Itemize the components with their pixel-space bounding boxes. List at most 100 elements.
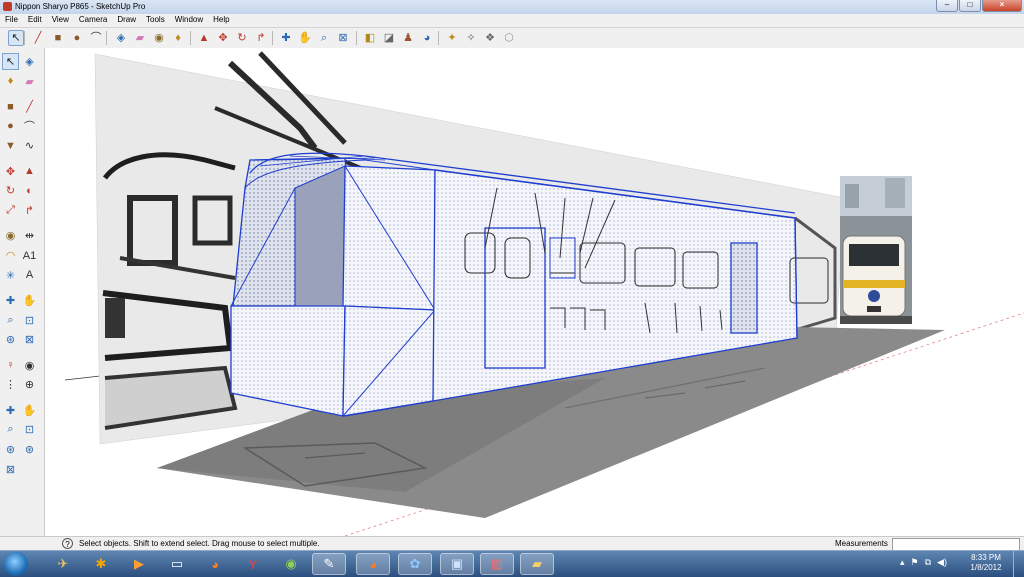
minimize-button[interactable]: – bbox=[936, 0, 958, 12]
help-icon[interactable]: ? bbox=[62, 538, 73, 549]
eraser-icon[interactable]: ▰ bbox=[132, 30, 148, 46]
palette-taskbar-icon[interactable]: ✿ bbox=[398, 553, 432, 575]
explorer-taskbar-icon[interactable]: ✈ bbox=[46, 553, 80, 575]
zoom-window-icon[interactable]: ⊡ bbox=[21, 421, 38, 438]
walk-icon[interactable]: ♟ bbox=[400, 30, 416, 46]
pan-icon[interactable]: ✋ bbox=[21, 292, 38, 309]
look-around-icon[interactable]: ◉ bbox=[21, 357, 38, 374]
line-icon[interactable]: ╱ bbox=[21, 98, 38, 115]
circle-icon[interactable]: ● bbox=[2, 118, 19, 135]
position-camera-icon[interactable]: ◪ bbox=[381, 30, 397, 46]
menu-tools[interactable]: Tools bbox=[141, 14, 170, 27]
network-icon[interactable]: ⧉ bbox=[925, 557, 931, 568]
rotate-icon[interactable]: ↻ bbox=[2, 182, 19, 199]
menu-window[interactable]: Window bbox=[170, 14, 208, 27]
freehand-icon[interactable]: ∿ bbox=[21, 137, 38, 154]
3d-text-icon[interactable]: A bbox=[21, 267, 38, 284]
push-pull-icon[interactable]: ▲ bbox=[21, 163, 38, 180]
look-around-icon[interactable]: ◕ bbox=[419, 30, 435, 46]
push-pull-icon[interactable]: ▲ bbox=[196, 30, 212, 46]
menu-view[interactable]: View bbox=[47, 14, 74, 27]
tape-measure-icon[interactable]: ◉ bbox=[151, 30, 167, 46]
sketchup-taskbar-icon[interactable]: ✎ bbox=[312, 553, 346, 575]
offset-icon[interactable]: ↱ bbox=[21, 202, 38, 219]
walk-icon[interactable]: ⋮ bbox=[2, 376, 19, 393]
move-icon[interactable]: ✥ bbox=[215, 30, 231, 46]
firefox-taskbar-icon[interactable]: ◕ bbox=[198, 553, 232, 575]
move-icon[interactable]: ✥ bbox=[2, 163, 19, 180]
line-icon[interactable]: ╱ bbox=[30, 30, 46, 46]
zoom-icon[interactable]: ⌕ bbox=[2, 421, 19, 438]
select-icon[interactable]: ↖ bbox=[2, 53, 19, 70]
chart-taskbar-icon[interactable]: ▥ bbox=[480, 553, 514, 575]
main-toolbar: ↖ ╱ ■ ● ⌒ ◈ ▰ ◉ ♦ ▲ ✥ ↻ ↱ ✚ ✋ ⌕ ⊠ ◧ ◪ ♟ ◕ ✦ ✧ ❖ ⬡ bbox=[0, 28, 1024, 49]
scale-icon[interactable]: ⤢ bbox=[2, 202, 19, 219]
show-hidden-icons-icon[interactable]: ▴ bbox=[900, 557, 905, 568]
bluetooth-taskbar-icon[interactable]: ✱ bbox=[84, 553, 118, 575]
previous-view-icon[interactable]: ⊛ bbox=[2, 331, 19, 348]
rectangle-icon[interactable]: ■ bbox=[2, 98, 19, 115]
circle-icon[interactable]: ● bbox=[69, 30, 85, 46]
rectangle-icon[interactable]: ■ bbox=[50, 30, 66, 46]
next-view-icon[interactable]: ⊛ bbox=[21, 441, 38, 458]
model-viewport[interactable] bbox=[45, 48, 1024, 536]
menu-draw[interactable]: Draw bbox=[112, 14, 141, 27]
zoom-window-icon[interactable]: ⊡ bbox=[21, 312, 38, 329]
paint-bucket-icon[interactable]: ♦ bbox=[2, 73, 19, 90]
volume-icon[interactable]: ◀) bbox=[937, 557, 947, 568]
select-icon[interactable]: ↖ bbox=[8, 30, 24, 46]
start-button[interactable] bbox=[4, 552, 28, 576]
tram-photo bbox=[840, 176, 912, 324]
zoom-extents-icon[interactable]: ⊠ bbox=[21, 331, 38, 348]
section-plane-icon[interactable]: ⊕ bbox=[21, 376, 38, 393]
offset-icon[interactable]: ↱ bbox=[253, 30, 269, 46]
make-component-icon[interactable]: ◈ bbox=[21, 53, 38, 70]
menu-help[interactable]: Help bbox=[208, 14, 234, 27]
maximize-button[interactable]: □ bbox=[959, 0, 981, 12]
tape-measure-icon[interactable]: ◉ bbox=[2, 227, 19, 244]
zoom-icon[interactable]: ⌕ bbox=[2, 312, 19, 329]
arc-icon[interactable]: ⌒ bbox=[21, 118, 38, 135]
orbit-icon[interactable]: ✚ bbox=[278, 30, 294, 46]
black-axis-line bbox=[64, 375, 101, 381]
polygon-icon[interactable]: ▼ bbox=[2, 137, 19, 154]
clock[interactable]: 8:33 PM 1/8/2012 bbox=[966, 553, 1006, 573]
pan-icon[interactable]: ✋ bbox=[297, 30, 313, 46]
text-icon[interactable]: A1 bbox=[21, 247, 38, 264]
notepad-taskbar-icon[interactable]: ▭ bbox=[160, 553, 194, 575]
folder-taskbar-icon[interactable]: ▰ bbox=[520, 553, 554, 575]
menu-file[interactable]: File bbox=[0, 14, 23, 27]
eraser-icon[interactable]: ▰ bbox=[21, 73, 38, 90]
spotify-taskbar-icon[interactable]: ◉ bbox=[274, 553, 308, 575]
menu-camera[interactable]: Camera bbox=[74, 14, 112, 27]
firefox-window-taskbar-icon[interactable]: ◕ bbox=[356, 553, 390, 575]
rotate-icon[interactable]: ↻ bbox=[234, 30, 250, 46]
pan-icon[interactable]: ✋ bbox=[21, 402, 38, 419]
media-player-taskbar-icon[interactable]: ▶ bbox=[122, 553, 156, 575]
axes-icon[interactable]: ✳ bbox=[2, 267, 19, 284]
make-component-icon[interactable]: ◈ bbox=[113, 30, 129, 46]
close-button[interactable]: × bbox=[982, 0, 1022, 12]
zoom-extents-icon[interactable]: ⊠ bbox=[2, 461, 19, 478]
previous-view-icon[interactable]: ◧ bbox=[362, 30, 378, 46]
y-app-taskbar-icon[interactable]: Y bbox=[236, 553, 270, 575]
menu-edit[interactable]: Edit bbox=[23, 14, 47, 27]
protractor-icon[interactable]: ◠ bbox=[2, 247, 19, 264]
get-models-icon[interactable]: ✦ bbox=[444, 30, 460, 46]
share-component-icon[interactable]: ❖ bbox=[482, 30, 498, 46]
window-taskbar-icon[interactable]: ▣ bbox=[440, 553, 474, 575]
follow-me-icon[interactable]: ◐ bbox=[21, 182, 38, 199]
show-desktop-button[interactable] bbox=[1013, 551, 1024, 577]
3d-warehouse-icon[interactable]: ⬡ bbox=[501, 30, 517, 46]
paint-bucket-icon[interactable]: ♦ bbox=[170, 30, 186, 46]
arc-icon[interactable]: ⌒ bbox=[88, 30, 104, 46]
previous-view-icon[interactable]: ⊛ bbox=[2, 441, 19, 458]
zoom-extents-icon[interactable]: ⊠ bbox=[335, 30, 351, 46]
share-model-icon[interactable]: ✧ bbox=[463, 30, 479, 46]
zoom-icon[interactable]: ⌕ bbox=[316, 30, 332, 46]
orbit-icon[interactable]: ✚ bbox=[2, 292, 19, 309]
orbit-icon[interactable]: ✚ bbox=[2, 402, 19, 419]
position-camera-icon[interactable]: ♀ bbox=[2, 357, 19, 374]
dimension-icon[interactable]: ⇹ bbox=[21, 227, 38, 244]
action-center-icon[interactable]: ⚑ bbox=[911, 557, 919, 568]
